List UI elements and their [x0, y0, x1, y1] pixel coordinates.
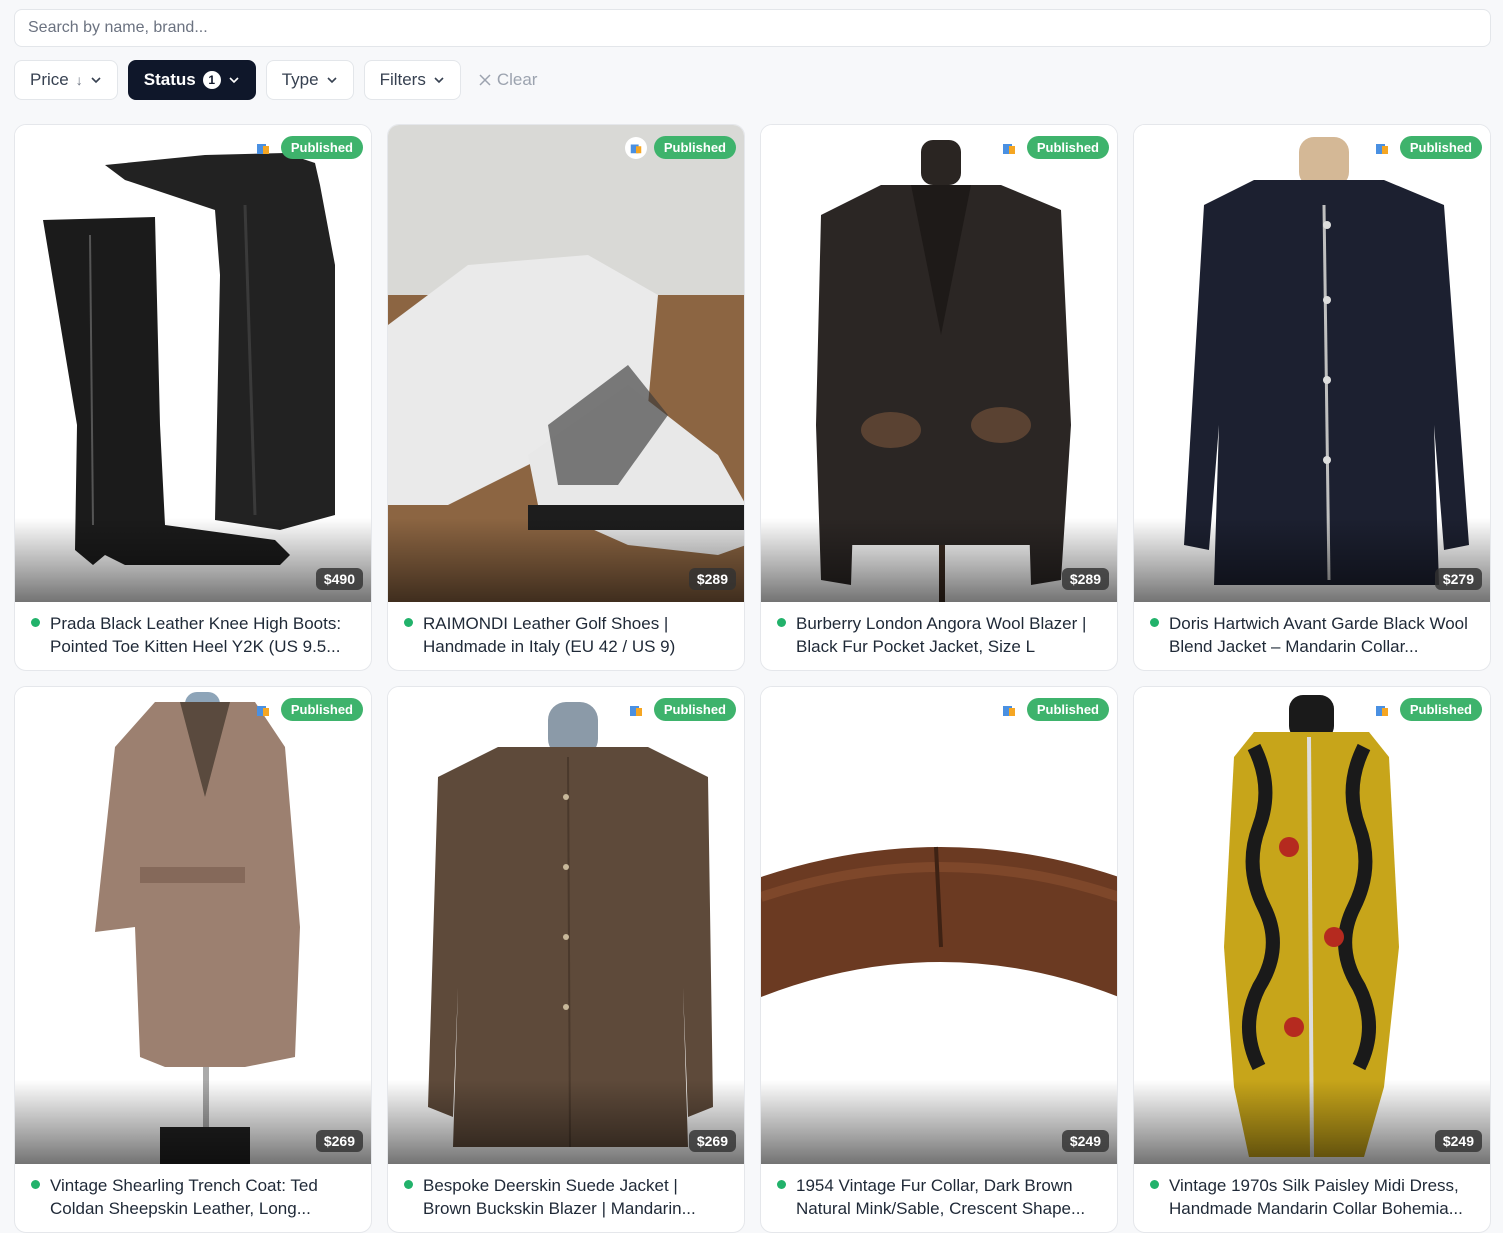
status-dot — [1150, 1180, 1159, 1189]
price-badge: $249 — [1061, 1130, 1109, 1152]
product-info: Doris Hartwich Avant Garde Black Wool Bl… — [1134, 602, 1490, 670]
arrow-down-icon: ↓ — [75, 72, 83, 88]
product-title: Vintage 1970s Silk Paisley Midi Dress, H… — [1169, 1176, 1463, 1218]
chevron-down-icon — [434, 77, 444, 84]
filter-bar: Price ↓ Status 1 Type Filters Clear — [14, 60, 545, 100]
price-filter-label: Price — [30, 70, 69, 89]
status-badge: Published — [1026, 136, 1109, 159]
product-title: RAIMONDI Leather Golf Shoes | Handmade i… — [423, 614, 676, 656]
product-card[interactable]: Published $289 Burberry London Angora Wo… — [760, 124, 1118, 671]
shopping-bag-icon — [1376, 144, 1388, 154]
status-dot — [404, 1180, 413, 1189]
clear-label: Clear — [496, 70, 538, 89]
price-badge: $269 — [315, 1130, 363, 1152]
shopping-bag-icon — [257, 144, 269, 154]
status-dot — [777, 618, 786, 627]
status-badge: Published — [653, 136, 736, 159]
product-card[interactable]: Published $249 1954 Vintage Fur Collar, … — [760, 686, 1118, 1233]
product-info: 1954 Vintage Fur Collar, Dark Brown Natu… — [761, 1164, 1117, 1232]
status-badge: Published — [1399, 136, 1482, 159]
product-image: Published $269 — [388, 687, 744, 1164]
status-filter-label: Status — [143, 70, 196, 89]
product-info: Vintage 1970s Silk Paisley Midi Dress, H… — [1134, 1164, 1490, 1232]
product-card[interactable]: Published $279 Doris Hartwich Avant Gard… — [1133, 124, 1491, 671]
product-card[interactable]: Published $289 RAIMONDI Leather Golf Sho… — [387, 124, 745, 671]
product-image: Published $289 — [761, 125, 1117, 602]
product-title: Bespoke Deerskin Suede Jacket | Brown Bu… — [423, 1176, 696, 1218]
chevron-down-icon — [91, 77, 101, 84]
price-badge: $289 — [688, 568, 736, 590]
product-image: Published $490 — [15, 125, 371, 602]
status-dot — [31, 618, 40, 627]
product-info: Prada Black Leather Knee High Boots: Poi… — [15, 602, 371, 670]
product-image: Published $249 — [1134, 687, 1490, 1164]
product-image: Published $289 — [388, 125, 744, 602]
shopping-bag-icon — [257, 706, 269, 716]
price-badge: $269 — [688, 1130, 736, 1152]
product-card[interactable]: Published $269 Vintage Shearling Trench … — [14, 686, 372, 1233]
product-image: Published $249 — [761, 687, 1117, 1164]
status-dot — [1150, 618, 1159, 627]
status-badge: Published — [280, 136, 363, 159]
product-title: Doris Hartwich Avant Garde Black Wool Bl… — [1169, 614, 1468, 656]
product-image: Published $279 — [1134, 125, 1490, 602]
status-filter-button[interactable]: Status 1 — [127, 60, 256, 100]
product-info: Vintage Shearling Trench Coat: Ted Colda… — [15, 1164, 371, 1232]
price-badge: $490 — [315, 568, 363, 590]
product-info: Bespoke Deerskin Suede Jacket | Brown Bu… — [388, 1164, 744, 1232]
shopping-bag-icon — [1376, 706, 1388, 716]
status-dot — [404, 618, 413, 627]
product-grid: Published $490 Prada Black Leather Knee … — [14, 124, 1491, 1233]
shopping-bag-icon — [1003, 144, 1015, 154]
product-image: Published $269 — [15, 687, 371, 1164]
chevron-down-icon — [229, 77, 239, 84]
status-badge: Published — [1399, 698, 1482, 721]
product-title: 1954 Vintage Fur Collar, Dark Brown Natu… — [796, 1176, 1086, 1218]
price-filter-button[interactable]: Price ↓ — [14, 60, 118, 100]
clear-filters-button[interactable]: Clear — [471, 70, 546, 90]
product-info: RAIMONDI Leather Golf Shoes | Handmade i… — [388, 602, 744, 670]
shopping-bag-icon — [625, 137, 647, 159]
status-dot — [777, 1180, 786, 1189]
status-filter-count: 1 — [202, 71, 221, 89]
shopping-bag-icon — [1003, 706, 1015, 716]
search-input[interactable] — [14, 9, 1491, 47]
more-filters-label: Filters — [379, 70, 426, 89]
status-badge: Published — [280, 698, 363, 721]
status-badge: Published — [1026, 698, 1109, 721]
price-badge: $279 — [1434, 568, 1482, 590]
shopping-bag-icon — [630, 706, 642, 716]
product-card[interactable]: Published $490 Prada Black Leather Knee … — [14, 124, 372, 671]
chevron-down-icon — [326, 77, 337, 84]
status-badge: Published — [653, 698, 736, 721]
status-dot — [31, 1180, 40, 1189]
product-title: Burberry London Angora Wool Blazer | Bla… — [796, 614, 1087, 656]
product-info: Burberry London Angora Wool Blazer | Bla… — [761, 602, 1117, 670]
product-title: Prada Black Leather Knee High Boots: Poi… — [50, 614, 342, 656]
product-card[interactable]: Published $249 Vintage 1970s Silk Paisle… — [1133, 686, 1491, 1233]
product-card[interactable]: Published $269 Bespoke Deerskin Suede Ja… — [387, 686, 745, 1233]
price-badge: $289 — [1061, 568, 1109, 590]
product-title: Vintage Shearling Trench Coat: Ted Colda… — [50, 1176, 318, 1218]
close-icon — [479, 74, 491, 86]
more-filters-button[interactable]: Filters — [363, 60, 461, 100]
price-badge: $249 — [1434, 1130, 1482, 1152]
type-filter-button[interactable]: Type — [265, 60, 354, 100]
type-filter-label: Type — [281, 70, 319, 89]
